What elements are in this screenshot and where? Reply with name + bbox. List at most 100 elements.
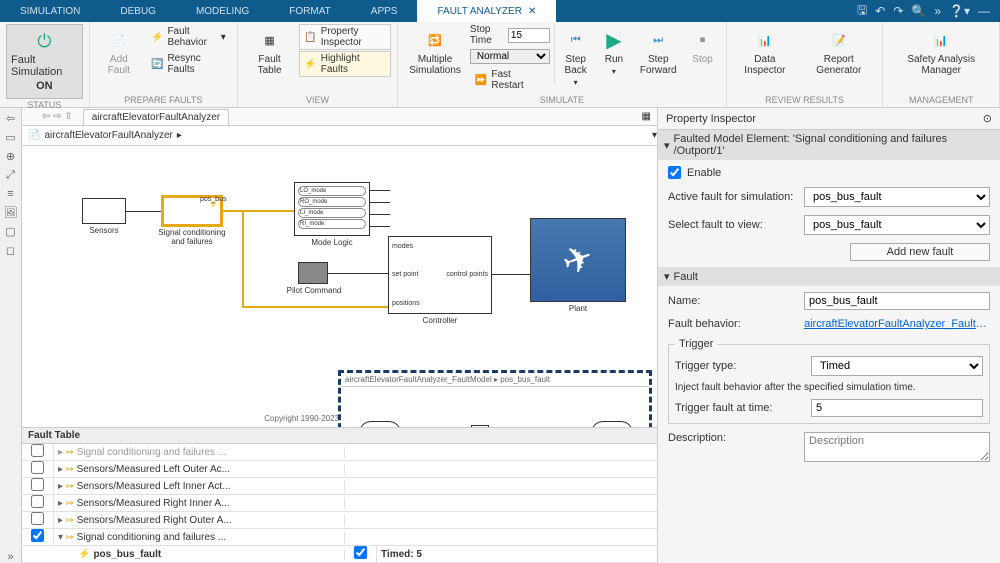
step-forward-button[interactable]: ⏭ Step Forward [635,24,682,80]
row-enable-checkbox[interactable] [31,529,44,542]
expand-icon[interactable]: » [7,551,13,563]
step-back-button[interactable]: ⏮ Step Back ▾ [558,24,592,91]
select-fault-select[interactable]: pos_bus_fault [804,215,990,235]
block-sensors[interactable] [82,198,126,224]
property-inspector-panel: Property Inspector ⊙ ▾ Faulted Model Ele… [658,108,1000,563]
faulted-element-section[interactable]: ▾ Faulted Model Element: 'Signal conditi… [658,130,1000,160]
run-button[interactable]: ▶ Run ▾ [597,24,631,80]
viewmark-icon[interactable]: ◻ [6,244,15,257]
safety-icon: 📊 [929,28,953,52]
tab-format[interactable]: FORMAT [269,0,350,22]
highlight-icon: ⚡ [304,59,316,70]
doc-menu-icon[interactable]: ▦ [642,111,651,122]
forward-icon[interactable]: » [934,4,941,18]
ribbon-group-management: 📊 Safety Analysis Manager MANAGEMENT [883,22,1000,107]
safety-manager-button[interactable]: 📊 Safety Analysis Manager [889,24,993,80]
stop-icon: ⏹ [691,28,715,52]
search-icon[interactable]: 🔍 [911,4,926,18]
wire-highlight-v [242,210,244,306]
trigger-type-select[interactable]: Timed [811,356,983,376]
inset-breadcrumb: aircraftElevatorFaultAnalyzer_FaultModel… [341,373,649,387]
fault-model-inset[interactable]: aircraftElevatorFaultAnalyzer_FaultModel… [338,370,652,427]
fault-enabled-checkbox[interactable] [354,546,367,559]
collapse-icon: ▾ [664,139,670,152]
nav-arrows[interactable]: ⇦ ⇨ ⇧ [42,111,73,122]
report-generator-button[interactable]: 📝 Report Generator [801,24,876,80]
area-icon[interactable]: ▢ [5,225,15,238]
highlight-faults-button[interactable]: ⚡ Highlight Faults [299,51,391,77]
active-fault-select[interactable]: pos_bus_fault [804,187,990,207]
description-textarea[interactable] [804,432,990,462]
block-controller[interactable]: modes set point positions control points [388,236,492,314]
fault-outport-block[interactable]: ↥ [591,421,633,427]
fault-section[interactable]: ▾ Fault [658,267,1000,286]
tab-fault-analyzer[interactable]: FAULT ANALYZER ✕ [417,0,556,22]
row-enable-checkbox[interactable] [31,478,44,491]
ribbon-group-view: ▦ Fault Table 📋 Property Inspector ⚡ Hig… [238,22,398,107]
ground-block[interactable]: ⏚ [471,425,489,427]
redo-icon[interactable]: ↷ [893,4,903,18]
row-enable-checkbox[interactable] [31,444,44,457]
simulation-mode-select[interactable]: Normal [470,49,550,64]
fault-table-button[interactable]: ▦ Fault Table [244,24,295,80]
table-row[interactable]: ▸ ↦ Sensors/Measured Left Inner Act... [22,478,657,495]
fault-table: ▸ ↦ Signal conditioning and failures ...… [22,444,657,563]
tab-apps[interactable]: APPS [351,0,418,22]
model-breadcrumb[interactable]: 📄 aircraftElevatorFaultAnalyzer ▸ ▾ [22,126,657,146]
table-row[interactable]: ▸ ↦ Sensors/Measured Left Outer Ac... [22,461,657,478]
fit-icon[interactable]: ⤢ [6,169,15,182]
panel-options-icon[interactable]: ⊙ [983,112,992,125]
document-tabs: ⇦ ⇨ ⇧ aircraftElevatorFaultAnalyzer ▦ [22,108,657,126]
play-icon: ▶ [602,28,626,52]
undo-icon[interactable]: ↶ [875,4,885,18]
table-row-fault[interactable]: ⚡ pos_bus_fault Timed: 5 [22,546,657,563]
trigger-fieldset: Trigger Trigger type: Timed Inject fault… [668,338,990,424]
annotate-icon[interactable]: ≡ [7,188,13,200]
row-enable-checkbox[interactable] [31,512,44,525]
data-inspector-icon: 📊 [753,28,777,52]
table-row[interactable]: ▸ ↦ Sensors/Measured Right Outer A... [22,512,657,529]
save-icon[interactable]: 🖫 [857,1,867,22]
fault-inport-block[interactable]: ↦ [359,421,401,427]
nav-back-icon[interactable]: ⇦ [6,112,15,125]
help-icon[interactable]: ❔▾ [949,4,970,18]
explorer-icon[interactable]: ▭ [5,131,15,144]
fast-restart-button[interactable]: ⏩ Fast Restart [470,67,550,93]
zoom-icon[interactable]: ⊕ [6,150,15,163]
close-icon[interactable]: ✕ [528,6,536,17]
model-canvas[interactable]: Sensors ⚡ Signal conditioning and failur… [22,146,657,427]
stop-time-input[interactable] [508,28,550,43]
label-pilot-cmd: Pilot Command [284,286,344,295]
tab-modeling[interactable]: MODELING [176,0,269,22]
data-inspector-button[interactable]: 📊 Data Inspector [733,24,798,80]
dropdown-icon[interactable]: ▾ [652,130,657,141]
fault-behavior-link[interactable]: aircraftElevatorFaultAnalyzer_FaultModel… [804,318,990,330]
property-inspector-button[interactable]: 📋 Property Inspector [299,24,391,50]
wire-highlight [222,210,294,212]
enable-checkbox[interactable] [668,166,681,179]
fault-table-title: Fault Table [22,427,657,444]
fault-behavior-button[interactable]: ⚡ Fault Behavior ▾ [146,24,231,50]
block-pilot-command[interactable] [298,262,328,284]
block-plant[interactable] [530,218,626,302]
ribbon-group-simulate: 🔁 Multiple Simulations Stop Time Normal … [398,22,726,107]
model-document-tab[interactable]: aircraftElevatorFaultAnalyzer [83,109,229,125]
table-row[interactable]: ▸ ↦ Sensors/Measured Right Inner A... [22,495,657,512]
multiple-simulations-button[interactable]: 🔁 Multiple Simulations [404,24,466,80]
table-row[interactable]: ▾ ↦ Signal conditioning and failures ... [22,529,657,546]
block-mode-logic[interactable]: LO_mode RO_mode LI_mode RI_mode [294,182,370,236]
tab-simulation[interactable]: SIMULATION [0,0,100,22]
tab-debug[interactable]: DEBUG [100,0,176,22]
fault-name-input[interactable] [804,292,990,310]
image-icon[interactable]: 🖼 [4,206,18,219]
stop-button[interactable]: ⏹ Stop [686,24,720,69]
row-enable-checkbox[interactable] [31,461,44,474]
table-row[interactable]: ▸ ↦ Signal conditioning and failures ... [22,444,657,461]
add-fault-button[interactable]: 📄 Add Fault [96,24,142,80]
add-new-fault-button[interactable]: Add new fault [850,243,990,261]
minimize-icon[interactable]: — [978,4,990,18]
trigger-time-input[interactable] [811,399,983,417]
fault-simulation-toggle[interactable]: ⏻ Fault Simulation ON [6,24,83,99]
row-enable-checkbox[interactable] [31,495,44,508]
resync-faults-button[interactable]: 🔄 Resync Faults [146,51,231,77]
